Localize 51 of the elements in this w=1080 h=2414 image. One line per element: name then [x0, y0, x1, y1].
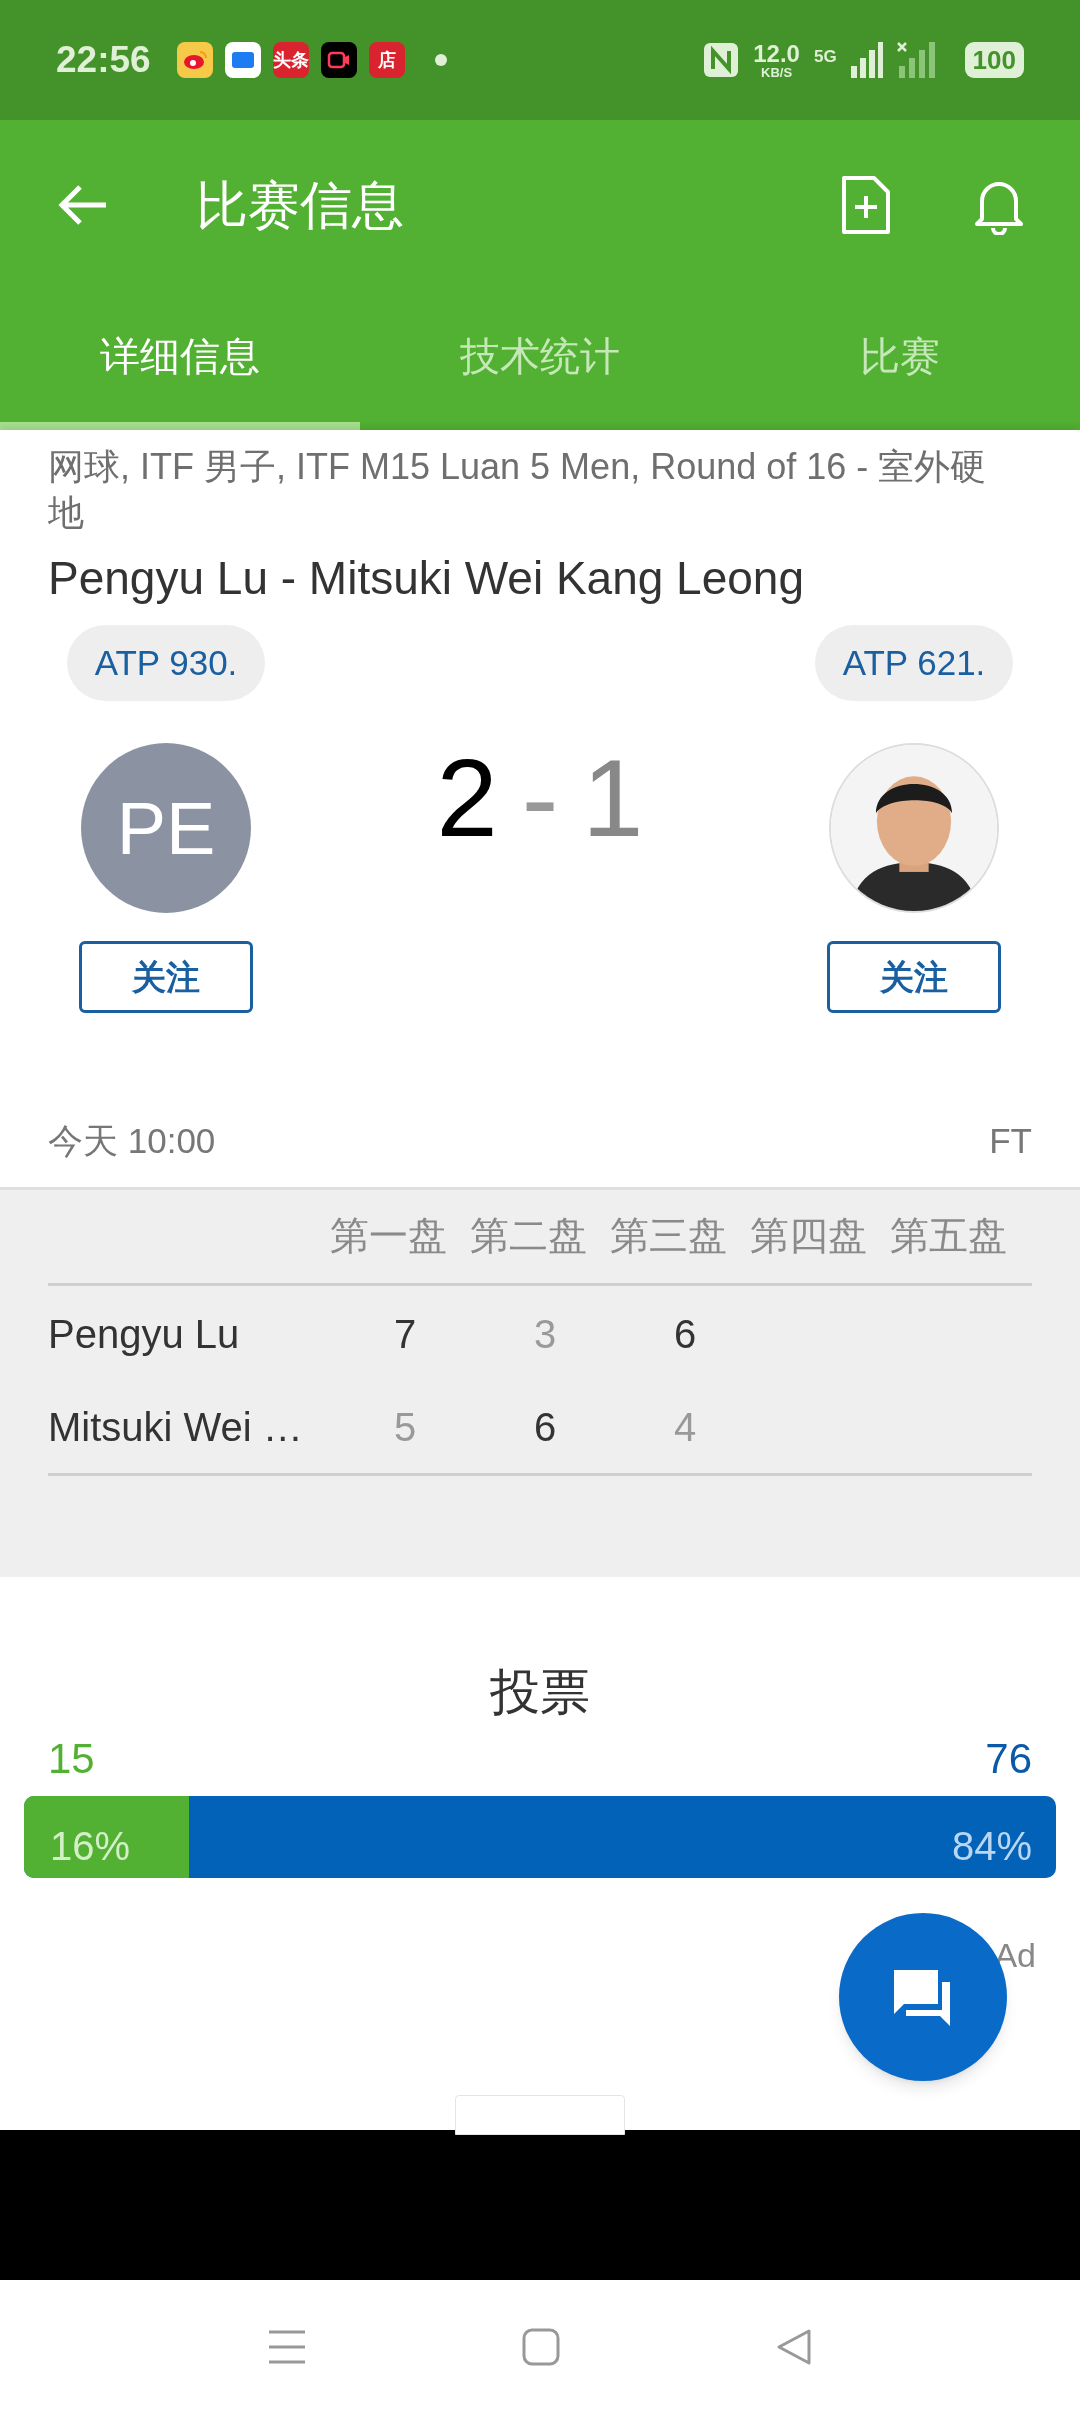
menu-icon[interactable]	[267, 2329, 308, 2365]
set-score: 6	[533, 1404, 558, 1451]
app-icon: 头条	[272, 42, 309, 78]
speed-unit: KB/S	[761, 65, 793, 79]
column-header: 第一盘	[330, 1213, 448, 1260]
score: 2	[436, 743, 498, 853]
match-time: 今天 10:00	[48, 1119, 216, 1162]
weibo-icon	[176, 42, 213, 78]
app-icon	[224, 42, 261, 78]
column-header: 第四盘	[750, 1213, 868, 1260]
avatar: PE	[81, 743, 251, 913]
video-icon	[320, 42, 357, 78]
network-type: 5G	[813, 45, 837, 68]
set-score: 7	[393, 1310, 418, 1358]
signal-icon	[850, 42, 883, 78]
away-votes: 76	[985, 1738, 1032, 1780]
app-icon: 店	[368, 42, 405, 78]
tab[interactable]: 详细信息	[0, 290, 360, 430]
competition-info: 网球, ITF 男子, ITF M15 Luan 5 Men, Round of 16 - 室外硬地	[48, 445, 988, 535]
match-title: Pengyu Lu - Mitsuki Wei Kang Leong	[48, 551, 806, 606]
home-percent: 16%	[50, 1823, 131, 1870]
score: 1	[582, 743, 644, 853]
add-document-icon[interactable]	[840, 174, 892, 236]
tab[interactable]: 比赛	[720, 290, 1080, 430]
score-separator: -	[521, 743, 559, 853]
follow-button[interactable]: 关注	[79, 941, 253, 1013]
nfc-icon	[703, 42, 740, 78]
column-header: 第五盘	[890, 1213, 1008, 1260]
back-icon[interactable]	[774, 2328, 813, 2366]
page-title: 比赛信息	[196, 175, 404, 236]
set-score: 4	[673, 1404, 698, 1451]
tab[interactable]: 技术统计	[360, 290, 720, 430]
set-score: 5	[393, 1404, 418, 1451]
set-score: 3	[533, 1310, 558, 1358]
network-speed: 12.0	[753, 41, 800, 66]
home-icon[interactable]	[522, 2328, 560, 2366]
player-name: Mitsuki Wei …	[48, 1404, 304, 1451]
clock: 22:56	[56, 38, 151, 83]
column-header: 第二盘	[470, 1213, 588, 1260]
set-score: 6	[673, 1310, 698, 1358]
match-status: FT	[989, 1119, 1032, 1162]
battery-icon: 100	[964, 42, 1024, 78]
home-votes: 15	[48, 1738, 95, 1780]
ranking-badge: ATP 621.	[814, 625, 1014, 701]
poll-title: 投票	[490, 1663, 590, 1722]
column-header: 第三盘	[610, 1213, 728, 1260]
player-name: Pengyu Lu	[48, 1310, 241, 1358]
away-percent: 84%	[951, 1823, 1032, 1870]
back-icon[interactable]	[56, 183, 108, 227]
ranking-badge: ATP 930.	[66, 625, 266, 701]
follow-button[interactable]: 关注	[827, 941, 1001, 1013]
